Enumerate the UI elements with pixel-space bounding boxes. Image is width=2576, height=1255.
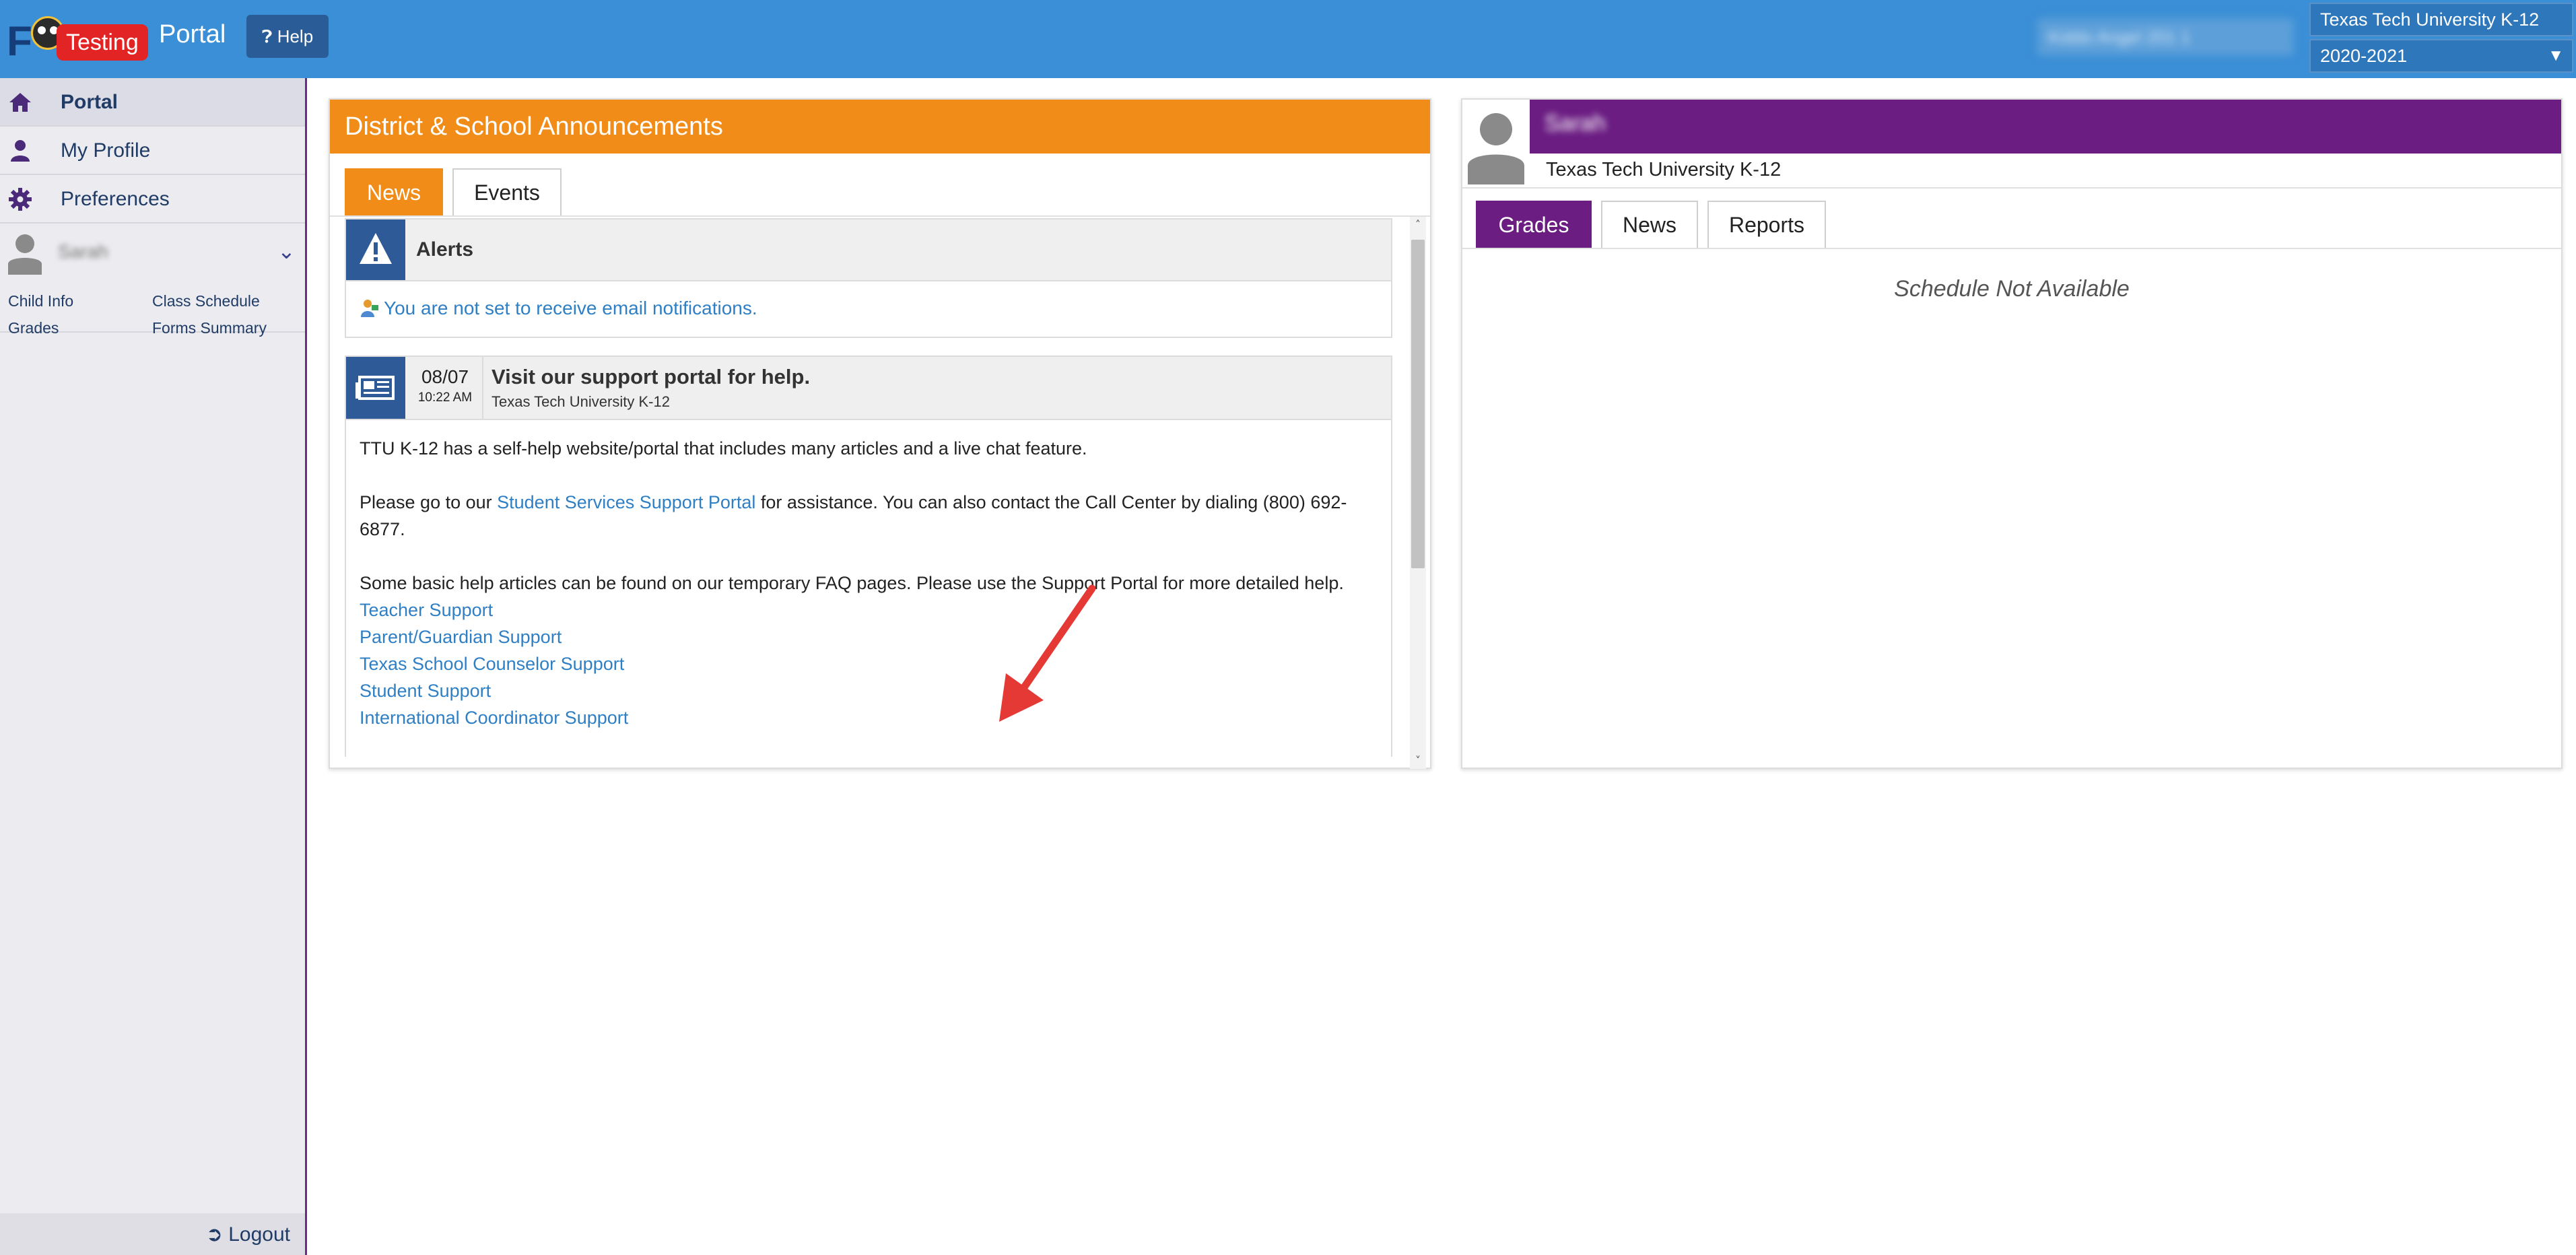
child-info-link[interactable]: Child Info — [8, 292, 73, 310]
child-avatar-icon — [8, 234, 42, 275]
tab-grades[interactable]: Grades — [1476, 201, 1592, 248]
sidebar: Portal My Profile Preferences Sarah ⌄ Ch… — [0, 78, 307, 1255]
alert-icon-box — [346, 219, 405, 280]
sidebar-item-preferences[interactable]: Preferences — [0, 175, 305, 224]
student-avatar-icon — [1468, 113, 1524, 184]
alerts-header: Alerts — [346, 219, 1391, 281]
scroll-thumb[interactable] — [1411, 240, 1425, 568]
student-name: Sarah — [1545, 110, 1606, 136]
student-support-link[interactable]: Student Support — [360, 677, 1369, 704]
year-select-value: 2020-2021 — [2320, 46, 2408, 66]
announcements-title: District & School Announcements — [330, 100, 1430, 154]
user-icon — [11, 140, 30, 162]
news-body: TTU K-12 has a self-help website/portal … — [360, 435, 1369, 731]
schedule-empty-message: Schedule Not Available — [1894, 276, 2130, 302]
news-title: Visit our support portal for help. — [492, 365, 811, 388]
child-panel: Sarah ⌄ Child Info Class Schedule Grades… — [0, 224, 305, 337]
logout-bar: ➲ Logout — [0, 1213, 305, 1255]
news-paragraph: TTU K-12 has a self-help website/portal … — [360, 438, 1087, 459]
alerts-title: Alerts — [416, 238, 474, 261]
child-name[interactable]: Sarah — [58, 241, 108, 263]
newspaper-icon — [355, 376, 395, 400]
support-portal-link[interactable]: Student Services Support Portal — [497, 492, 755, 512]
parent-guardian-support-link[interactable]: Parent/Guardian Support — [360, 623, 1369, 650]
gear-icon — [9, 188, 32, 211]
tab-divider — [330, 215, 1430, 217]
alerts-card: Alerts You are not set to receive email … — [345, 218, 1392, 338]
news-date-block: 08/07 10:22 AM — [408, 357, 483, 419]
tab-reports[interactable]: Reports — [1707, 201, 1826, 248]
student-school: Texas Tech University K-12 — [1546, 159, 1782, 180]
caret-down-icon: ▼ — [2548, 46, 2564, 65]
logout-label: Logout — [228, 1223, 290, 1246]
scroll-up-icon[interactable]: ˄ — [1410, 217, 1426, 233]
student-tab-divider — [1462, 248, 2561, 249]
class-schedule-link[interactable]: Class Schedule — [152, 292, 260, 310]
year-select[interactable]: 2020-2021 ▼ — [2309, 39, 2573, 73]
chevron-down-icon[interactable]: ⌄ — [277, 238, 296, 264]
app-logo[interactable]: F Testing — [7, 13, 148, 67]
tab-news[interactable]: News — [345, 168, 443, 215]
news-date: 08/07 — [421, 366, 469, 387]
faq-link-list: Teacher Support Parent/Guardian Support … — [360, 597, 1369, 731]
news-text: Please go to our — [360, 492, 498, 512]
tab-events[interactable]: Events — [452, 168, 562, 215]
newspaper-icon-box — [346, 357, 405, 419]
announcements-panel: District & School Announcements News Eve… — [329, 98, 1431, 769]
student-panel: Sarah Texas Tech University K-12 Grades … — [1461, 98, 2563, 769]
red-arrow-annotation — [999, 584, 1096, 722]
forms-summary-link[interactable]: Forms Summary — [152, 319, 267, 337]
warning-icon — [360, 233, 392, 264]
logo-letter: F — [7, 18, 32, 65]
logout-button[interactable]: ➲ Logout — [206, 1223, 290, 1246]
tab-student-news[interactable]: News — [1601, 201, 1698, 248]
announcements-scrollbar[interactable]: ˄ ˅ — [1410, 217, 1426, 769]
help-label: Help — [277, 26, 314, 46]
question-circle-icon: ❓︎ — [261, 26, 273, 46]
student-divider — [1462, 187, 2561, 189]
sidebar-item-label: Portal — [61, 91, 118, 113]
sidebar-item-portal[interactable]: Portal — [0, 78, 305, 127]
notification-user-icon — [361, 300, 378, 317]
news-paragraph-contact: Please go to our Student Services Suppor… — [360, 489, 1369, 543]
teacher-support-link[interactable]: Teacher Support — [360, 597, 1369, 623]
email-notification-text: You are not set to receive email notific… — [384, 298, 757, 318]
news-source: Texas Tech University K-12 — [492, 393, 670, 410]
school-select-value: Texas Tech University K-12 — [2320, 9, 2540, 30]
school-select[interactable]: Texas Tech University K-12 — [2309, 3, 2573, 36]
user-menu[interactable]: Kiddo Angel 201 1 — [2037, 19, 2293, 55]
sidebar-item-label: My Profile — [61, 139, 151, 162]
home-icon — [9, 93, 31, 112]
international-coordinator-support-link[interactable]: International Coordinator Support — [360, 704, 1369, 731]
sidebar-item-label: Preferences — [61, 188, 170, 210]
news-card: 08/07 10:22 AM Visit our support portal … — [345, 355, 1392, 757]
help-button[interactable]: ❓︎ Help — [246, 15, 329, 58]
news-header: 08/07 10:22 AM Visit our support portal … — [346, 357, 1391, 420]
sidebar-item-my-profile[interactable]: My Profile — [0, 127, 305, 175]
grades-link[interactable]: Grades — [8, 319, 59, 337]
news-time: 10:22 AM — [417, 391, 473, 405]
sign-out-icon: ➲ — [205, 1223, 223, 1246]
top-bar: F Testing Portal ❓︎ Help Kiddo Angel 201… — [0, 0, 2576, 78]
scroll-down-icon[interactable]: ˅ — [1410, 753, 1426, 769]
announcements-scroll-area[interactable]: Alerts You are not set to receive email … — [345, 218, 1399, 757]
email-notification-link[interactable]: You are not set to receive email notific… — [361, 298, 757, 319]
student-header: Sarah — [1530, 100, 2561, 154]
news-paragraph: Some basic help articles can be found on… — [360, 573, 1344, 593]
counselor-support-link[interactable]: Texas School Counselor Support — [360, 650, 1369, 677]
app-title[interactable]: Portal — [159, 20, 226, 49]
environment-badge: Testing — [57, 24, 148, 61]
